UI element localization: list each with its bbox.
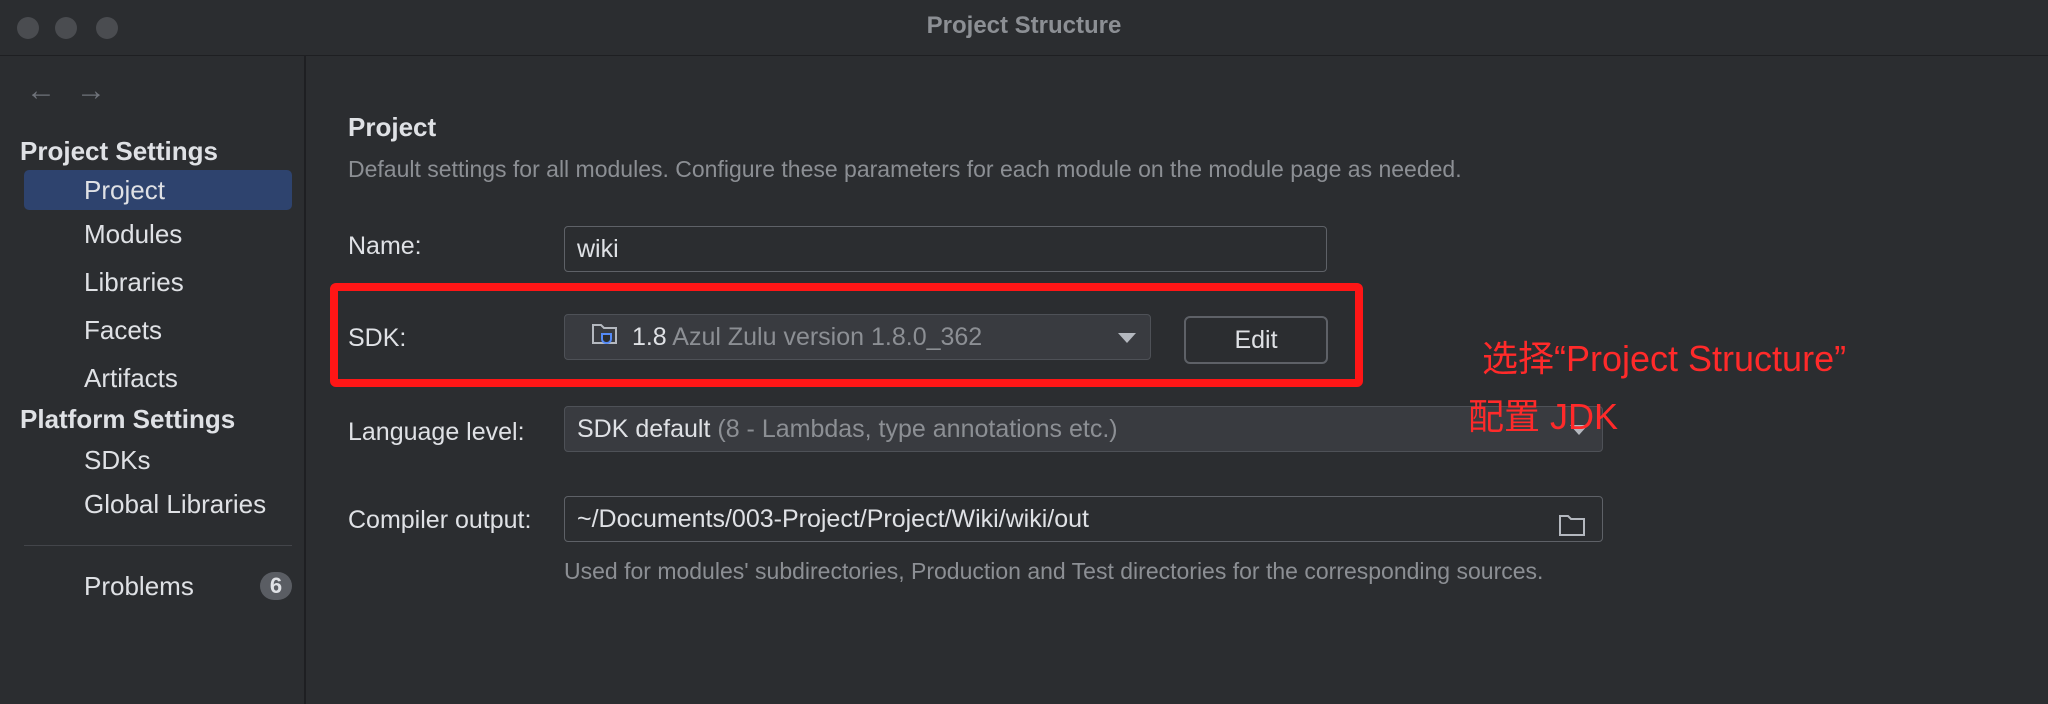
compiler-output-input[interactable]: ~/Documents/003-Project/Project/Wiki/wik… <box>564 496 1603 542</box>
sidebar-item-project[interactable]: Project <box>24 170 292 210</box>
sidebar: ← → Project Settings Project Modules Lib… <box>0 56 306 704</box>
compiler-output-hint: Used for modules' subdirectories, Produc… <box>564 558 1544 584</box>
annotation-line-2: 配置 JDK <box>1468 396 1619 437</box>
sidebar-item-modules[interactable]: Modules <box>24 214 292 254</box>
project-settings-header: Project Settings <box>20 136 218 166</box>
language-level-detail: (8 - Lambdas, type annotations etc.) <box>717 415 1118 443</box>
title-bar: Project Structure <box>0 0 2048 56</box>
compiler-output-value: ~/Documents/003-Project/Project/Wiki/wik… <box>577 505 1089 533</box>
sidebar-divider <box>24 545 292 546</box>
page-title: Project <box>348 112 437 142</box>
back-arrow-icon[interactable]: ← <box>26 76 56 106</box>
compiler-output-label: Compiler output: <box>348 506 532 534</box>
forward-arrow-icon[interactable]: → <box>76 76 106 106</box>
sidebar-item-facets[interactable]: Facets <box>24 310 292 350</box>
sidebar-item-global-libraries[interactable]: Global Libraries <box>24 484 292 524</box>
language-level-dropdown[interactable]: SDK default (8 - Lambdas, type annotatio… <box>564 406 1603 452</box>
name-input[interactable]: wiki <box>564 226 1327 272</box>
folder-icon[interactable] <box>1558 507 1586 541</box>
sdk-highlight-box <box>330 283 1363 387</box>
project-structure-window: Project Structure ← → Project Settings P… <box>0 0 2048 704</box>
sidebar-item-sdks[interactable]: SDKs <box>24 440 292 480</box>
problems-count-badge: 6 <box>260 572 292 600</box>
name-label: Name: <box>348 232 422 260</box>
window-title: Project Structure <box>926 12 1122 39</box>
page-description: Default settings for all modules. Config… <box>348 156 1462 182</box>
sidebar-item-problems[interactable]: Problems 6 <box>24 566 292 606</box>
sidebar-item-artifacts[interactable]: Artifacts <box>24 358 292 398</box>
language-level-value: SDK default <box>577 415 711 443</box>
platform-settings-header: Platform Settings <box>20 404 236 434</box>
problems-label: Problems <box>84 571 194 601</box>
language-level-label: Language level: <box>348 418 525 446</box>
sidebar-item-libraries[interactable]: Libraries <box>24 262 292 302</box>
annotation-line-1: 选择“Project Structure” <box>1482 338 1847 379</box>
